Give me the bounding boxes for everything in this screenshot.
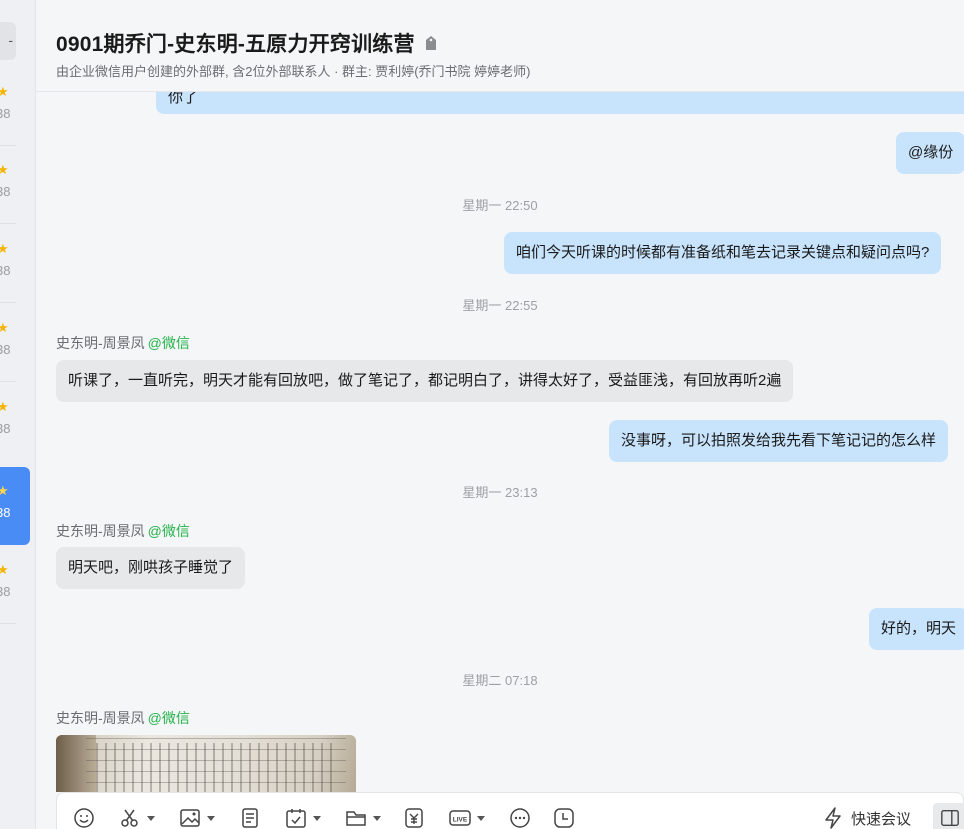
conversation-item[interactable]: ★ 38	[0, 546, 35, 624]
live-icon[interactable]: LIVE	[449, 807, 485, 829]
star-icon: ★	[0, 483, 9, 499]
conversation-count: 38	[0, 184, 11, 199]
message-text: 明天吧，刚哄孩子睡觉了	[68, 559, 234, 576]
chat-window: 0901期乔门-史东明-五原力开窍训练营 由企业微信用户创建的外部群, 含2位外…	[36, 0, 964, 829]
tag-icon[interactable]	[425, 35, 437, 51]
message-text: 你了	[168, 92, 199, 106]
message-text: @缘份	[908, 144, 954, 161]
folder-icon[interactable]	[345, 807, 381, 829]
conversation-count: 38	[0, 421, 11, 436]
message-bubble-me[interactable]: 好的，明天	[869, 608, 964, 650]
lightning-icon	[825, 807, 841, 829]
divider	[0, 381, 16, 382]
divider	[0, 302, 16, 303]
star-icon: ★	[0, 562, 9, 578]
sender-name[interactable]: 史东明-周景凤 @微信	[56, 521, 190, 541]
conversation-item[interactable]: ★ 38	[0, 225, 35, 303]
document-icon[interactable]	[239, 807, 261, 829]
chevron-down-icon[interactable]	[147, 815, 155, 821]
wechat-tag: @微信	[147, 523, 190, 539]
conversation-item[interactable]: ★ 38	[0, 304, 35, 382]
timestamp: 星期一 23:13	[462, 485, 538, 500]
history-icon[interactable]	[553, 807, 575, 829]
collapse-button[interactable]: -	[0, 22, 16, 60]
side-panel-toggle-button[interactable]	[933, 803, 964, 829]
conversation-item[interactable]: ★ 38	[0, 146, 35, 224]
sender-label: 史东明-周景凤	[56, 335, 145, 351]
wechat-tag: @微信	[147, 335, 190, 351]
sender-name[interactable]: 史东明-周景凤 @微信	[56, 708, 190, 728]
input-toolbar: LIVE 快速会议	[56, 792, 964, 829]
group-title[interactable]: 0901期乔门-史东明-五原力开窍训练营	[56, 28, 415, 58]
message-bubble-me[interactable]: 咱们今天听课的时候都有准备纸和笔去记录关键点和疑问点吗?	[504, 232, 942, 274]
star-icon: ★	[0, 320, 9, 336]
quick-meeting-button[interactable]: 快速会议	[823, 807, 911, 829]
message-text: 咱们今天听课的时候都有准备纸和笔去记录关键点和疑问点吗?	[516, 244, 930, 261]
conversation-count: 38	[0, 106, 11, 121]
message-bubble-other[interactable]: 听课了，一直听完，明天才能有回放吧，做了笔记了，都记明白了，讲得太好了，受益匪浅…	[56, 360, 794, 402]
star-icon: ★	[0, 84, 9, 100]
conversation-list-strip: - ★ 38 ★ 38 ★ 38 ★ 38 ★ 38 ★ 38 ★ 38	[0, 0, 36, 829]
message-bubble-other[interactable]: 明天吧，刚哄孩子睡觉了	[56, 547, 246, 589]
message-text: 听课了，一直听完，明天才能有回放吧，做了笔记了，都记明白了，讲得太好了，受益匪浅…	[68, 372, 782, 389]
star-icon: ★	[0, 241, 9, 257]
sender-label: 史东明-周景凤	[56, 710, 145, 726]
timestamp: 星期二 07:18	[462, 673, 538, 688]
more-icon[interactable]	[509, 807, 531, 829]
timestamp: 星期一 22:55	[462, 298, 538, 313]
message-text: 没事呀，可以拍照发给我先看下笔记记的怎么样	[621, 432, 937, 449]
message-bubble-me[interactable]: @缘份	[896, 132, 964, 174]
timestamp: 星期一 22:50	[462, 198, 538, 213]
conversation-count: 38	[0, 263, 11, 278]
conversation-count: 38	[0, 342, 11, 357]
chevron-down-icon[interactable]	[477, 815, 485, 821]
panel-icon	[941, 810, 959, 826]
schedule-icon[interactable]	[285, 807, 321, 829]
image-message-notebook-photo[interactable]	[56, 735, 356, 792]
red-packet-icon[interactable]	[403, 807, 425, 829]
image-icon[interactable]	[179, 807, 215, 829]
star-icon: ★	[0, 162, 9, 178]
group-subtitle: 由企业微信用户创建的外部群, 含2位外部联系人 · 群主: 贾利婷(乔门书院 婷…	[56, 64, 531, 79]
message-list[interactable]: 你了 @缘份 星期一 22:50 咱们今天听课的时候都有准备纸和笔去记录关键点和…	[36, 92, 964, 792]
star-icon: ★	[0, 399, 9, 415]
divider	[0, 623, 16, 624]
wechat-tag: @微信	[147, 710, 190, 726]
conversation-item-active[interactable]: ★ 38	[0, 467, 30, 545]
conversation-count: 38	[0, 505, 11, 520]
chat-header: 0901期乔门-史东明-五原力开窍训练营 由企业微信用户创建的外部群, 含2位外…	[36, 0, 964, 92]
conversation-item[interactable]: ★ 38	[0, 68, 35, 146]
conversation-count: 38	[0, 584, 11, 599]
quick-meeting-label: 快速会议	[851, 810, 912, 828]
emoji-icon[interactable]	[73, 807, 95, 829]
conversation-item[interactable]: ★ 38	[0, 383, 35, 461]
photo-handwriting	[96, 743, 336, 792]
message-bubble-me[interactable]: 没事呀，可以拍照发给我先看下笔记记的怎么样	[609, 420, 949, 462]
chevron-down-icon[interactable]	[373, 815, 381, 821]
scissors-icon[interactable]	[119, 807, 155, 829]
message-text: 好的，明天	[881, 620, 957, 637]
sender-label: 史东明-周景凤	[56, 523, 145, 539]
divider	[0, 223, 16, 224]
chevron-down-icon[interactable]	[207, 815, 215, 821]
chevron-down-icon[interactable]	[313, 815, 321, 821]
message-bubble-me[interactable]: 你了	[156, 92, 964, 114]
sender-name[interactable]: 史东明-周景凤 @微信	[56, 333, 190, 353]
svg-text:LIVE: LIVE	[453, 817, 468, 824]
